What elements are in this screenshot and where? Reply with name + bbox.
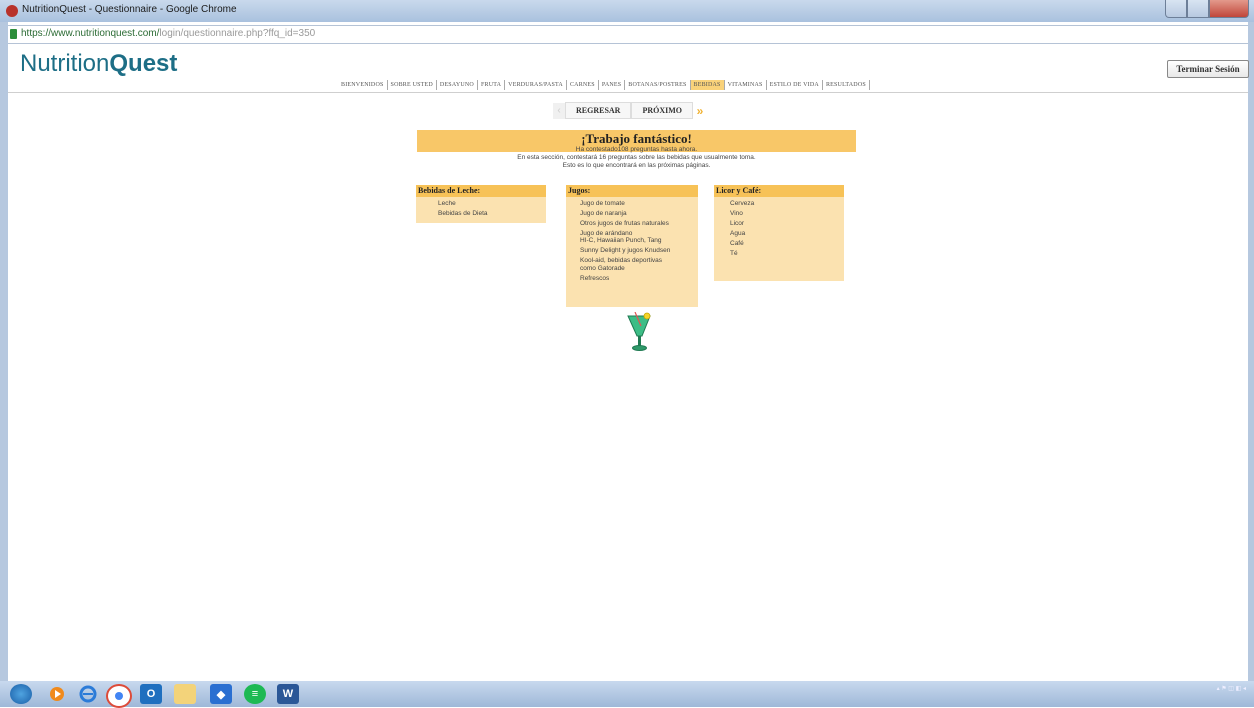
lock-icon [10,29,17,39]
list-item: Café [730,239,744,247]
system-tray[interactable]: ▴ ⚑ ◫ ◧ ◂ [1217,685,1246,692]
panel-title: Licor y Café: [714,185,844,197]
panel-title: Jugos: [566,185,698,197]
nav-divider [8,92,1248,93]
tab-panes[interactable]: PANES [599,80,626,90]
window-frame-right [1248,22,1254,681]
nutritionquest-logo[interactable]: NutritionQuest [20,50,177,78]
internet-explorer-icon[interactable] [77,684,99,704]
tab-botanas-postres[interactable]: BOTANAS/POSTRES [625,80,691,90]
tab-estilo-de-vida[interactable]: ESTILO DE VIDA [767,80,823,90]
tab-resultados[interactable]: RESULTADOS [823,80,870,90]
logo-text-bold: Quest [109,50,178,77]
list-item: Jugo de arándano [580,229,633,237]
tab-desayuno[interactable]: DESAYUNO [437,80,478,90]
url-text[interactable]: https://www.nutritionquest.com/login/que… [21,28,315,39]
windows-start-icon[interactable] [10,684,32,704]
banner-text: Ha contestado108 preguntas hasta ahora. … [417,146,856,170]
chevron-left-icon[interactable]: ‹ [553,102,565,119]
window-frame-left [0,22,8,681]
logo-text-plain: Nutrition [20,50,110,77]
chevron-right-icon[interactable]: » [693,103,707,119]
panel-title: Bebidas de Leche: [416,185,546,197]
close-button[interactable] [1209,0,1249,18]
chrome-icon[interactable] [106,684,132,708]
cocktail-glass-icon [627,312,651,351]
section-nav: BIENVENIDOS SOBRE USTED DESAYUNO FRUTA VERDU… [338,80,870,90]
tab-sobre-usted[interactable]: SOBRE USTED [388,80,437,90]
url-host: https://www.nutritionquest.com/ [21,28,160,39]
list-item: como Gatorade [580,264,625,272]
chrome-tab-icon [6,5,18,17]
window-titlebar: NutritionQuest - Questionnaire - Google … [0,0,1254,22]
list-item: Jugo de naranja [580,209,627,217]
banner-line-1: Ha contestado108 preguntas hasta ahora. [575,146,698,153]
outlook-icon[interactable]: O [140,684,162,704]
banner-line-2: En esta sección, contestará 16 preguntas… [517,154,756,161]
list-item: Refrescos [580,274,610,282]
address-bar[interactable]: https://www.nutritionquest.com/login/que… [5,25,1251,44]
milk-drinks-panel: Bebidas de Leche: Leche Bebidas de Dieta [416,185,546,223]
liquor-coffee-panel: Licor y Café: Cerveza Vino Licor Agua Café Té [714,185,844,281]
minimize-button[interactable] [1165,0,1187,18]
tab-carnes[interactable]: CARNES [567,80,599,90]
next-button[interactable]: PRÓXIMO [631,102,694,119]
juices-panel: Jugos: Jugo de tomate Jugo de naranja Otro… [566,185,698,307]
window-title: NutritionQuest - Questionnaire - Google … [22,4,237,15]
tab-vitaminas[interactable]: VITAMINAS [725,80,767,90]
banner-line-3: Esto es lo que encontrará en las próxima… [562,162,711,169]
list-item: Agua [730,229,746,237]
list-item: Té [730,249,738,257]
back-button[interactable]: REGRESAR [565,102,632,119]
spotify-icon[interactable]: ≡ [244,684,266,704]
list-item: Jugo de tomate [580,199,625,207]
tab-bebidas[interactable]: BEBIDAS [690,80,725,90]
file-explorer-icon[interactable] [174,684,196,704]
list-item: Bebidas de Dieta [438,209,488,217]
list-item: Cerveza [730,199,755,207]
list-item: Licor [730,219,745,227]
dropbox-icon[interactable]: ◆ [210,684,232,704]
pager-buttons: ‹ REGRESAR PRÓXIMO » [553,102,707,119]
tab-fruta[interactable]: FRUTA [478,80,506,90]
word-icon[interactable]: W [277,684,299,704]
maximize-button[interactable] [1187,0,1209,18]
url-path: login/questionnaire.php?ffq_id=350 [159,28,316,39]
list-item: Otros jugos de frutas naturales [580,219,669,227]
windows-taskbar: O ◆ ≡ W ▴ ⚑ ◫ ◧ ◂ [0,681,1254,708]
window-controls [1165,0,1249,18]
list-item: Sunny Delight y jugos Knudsen [580,247,671,254]
list-item: HI-C, Hawaiian Punch, Tang [580,237,662,244]
tab-bienvenidos[interactable]: BIENVENIDOS [338,80,388,90]
logout-button[interactable]: Terminar Sesión [1167,60,1249,78]
media-player-icon[interactable] [46,684,68,704]
list-item: Vino [730,209,743,217]
tab-verduras-pasta[interactable]: VERDURAS/PASTA [505,80,567,90]
list-item: Leche [438,199,456,207]
list-item: Kool-aid, bebidas deportivas [580,257,663,264]
page-content: NutritionQuest Terminar Sesión BIENVENID… [8,44,1249,681]
